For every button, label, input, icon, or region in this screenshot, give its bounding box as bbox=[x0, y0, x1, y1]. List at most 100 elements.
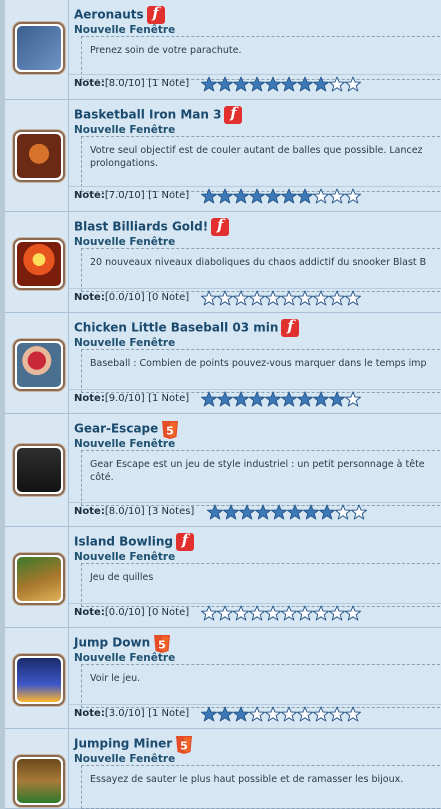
rating-star-icon[interactable] bbox=[329, 605, 345, 621]
rating-star-icon[interactable] bbox=[217, 605, 233, 621]
rating-star-icon[interactable] bbox=[329, 391, 345, 407]
new-window-link[interactable]: Nouvelle Fenêtre bbox=[74, 124, 175, 136]
game-title-link[interactable]: Jumping Miner bbox=[74, 737, 172, 751]
rating-star-icon[interactable] bbox=[345, 188, 361, 204]
rating-star-icon[interactable] bbox=[249, 391, 265, 407]
rating-star-icon[interactable] bbox=[233, 76, 249, 92]
rating-star-icon[interactable] bbox=[223, 504, 239, 520]
rating-star-icon[interactable] bbox=[233, 605, 249, 621]
rating-star-icon[interactable] bbox=[271, 504, 287, 520]
new-window-link[interactable]: Nouvelle Fenêtre bbox=[74, 551, 175, 563]
rating-star-icon[interactable] bbox=[265, 188, 281, 204]
rating-star-icon[interactable] bbox=[217, 76, 233, 92]
rating-star-icon[interactable] bbox=[201, 706, 217, 722]
rating-star-icon[interactable] bbox=[217, 188, 233, 204]
rating-star-icon[interactable] bbox=[297, 391, 313, 407]
game-thumbnail[interactable] bbox=[13, 553, 65, 605]
rating-star-icon[interactable] bbox=[265, 605, 281, 621]
rating-star-icon[interactable] bbox=[313, 76, 329, 92]
rating-star-icon[interactable] bbox=[281, 76, 297, 92]
new-window-link[interactable]: Nouvelle Fenêtre bbox=[74, 24, 175, 36]
game-thumbnail[interactable] bbox=[13, 755, 65, 807]
game-thumbnail[interactable] bbox=[13, 654, 65, 706]
rating-star-icon[interactable] bbox=[233, 290, 249, 306]
game-title-link[interactable]: Gear-Escape bbox=[74, 422, 158, 436]
rating-star-icon[interactable] bbox=[201, 188, 217, 204]
rating-star-icon[interactable] bbox=[265, 76, 281, 92]
rating-star-icon[interactable] bbox=[313, 706, 329, 722]
rating-stars[interactable] bbox=[201, 76, 361, 92]
rating-star-icon[interactable] bbox=[207, 504, 223, 520]
rating-star-icon[interactable] bbox=[201, 391, 217, 407]
rating-star-icon[interactable] bbox=[345, 391, 361, 407]
rating-star-icon[interactable] bbox=[281, 188, 297, 204]
rating-star-icon[interactable] bbox=[303, 504, 319, 520]
rating-star-icon[interactable] bbox=[249, 290, 265, 306]
game-thumbnail[interactable] bbox=[13, 444, 65, 496]
new-window-link[interactable]: Nouvelle Fenêtre bbox=[74, 337, 175, 349]
rating-star-icon[interactable] bbox=[239, 504, 255, 520]
rating-star-icon[interactable] bbox=[217, 391, 233, 407]
rating-star-icon[interactable] bbox=[345, 290, 361, 306]
rating-star-icon[interactable] bbox=[329, 76, 345, 92]
rating-stars[interactable] bbox=[201, 391, 361, 407]
new-window-link[interactable]: Nouvelle Fenêtre bbox=[74, 753, 175, 765]
rating-star-icon[interactable] bbox=[319, 504, 335, 520]
new-window-link[interactable]: Nouvelle Fenêtre bbox=[74, 652, 175, 664]
rating-star-icon[interactable] bbox=[217, 706, 233, 722]
rating-star-icon[interactable] bbox=[201, 605, 217, 621]
rating-star-icon[interactable] bbox=[233, 391, 249, 407]
rating-star-icon[interactable] bbox=[313, 188, 329, 204]
rating-stars[interactable] bbox=[201, 605, 361, 621]
game-title-link[interactable]: Chicken Little Baseball 03 min bbox=[74, 321, 278, 335]
rating-star-icon[interactable] bbox=[345, 706, 361, 722]
game-title-link[interactable]: Island Bowling bbox=[74, 535, 173, 549]
rating-star-icon[interactable] bbox=[255, 504, 271, 520]
rating-star-icon[interactable] bbox=[249, 706, 265, 722]
rating-star-icon[interactable] bbox=[297, 76, 313, 92]
rating-star-icon[interactable] bbox=[313, 290, 329, 306]
rating-star-icon[interactable] bbox=[287, 504, 303, 520]
rating-star-icon[interactable] bbox=[233, 188, 249, 204]
game-thumbnail[interactable] bbox=[13, 238, 65, 290]
new-window-link[interactable]: Nouvelle Fenêtre bbox=[74, 438, 175, 450]
rating-star-icon[interactable] bbox=[329, 188, 345, 204]
rating-star-icon[interactable] bbox=[345, 605, 361, 621]
rating-star-icon[interactable] bbox=[249, 76, 265, 92]
rating-star-icon[interactable] bbox=[249, 605, 265, 621]
rating-stars[interactable] bbox=[201, 188, 361, 204]
rating-star-icon[interactable] bbox=[345, 76, 361, 92]
game-title-link[interactable]: Blast Billiards Gold! bbox=[74, 220, 208, 234]
game-thumbnail[interactable] bbox=[13, 130, 65, 182]
game-title-link[interactable]: Jump Down bbox=[74, 636, 150, 650]
rating-stars[interactable] bbox=[207, 504, 367, 520]
rating-star-icon[interactable] bbox=[265, 290, 281, 306]
rating-star-icon[interactable] bbox=[281, 391, 297, 407]
rating-stars[interactable] bbox=[201, 706, 361, 722]
rating-star-icon[interactable] bbox=[233, 706, 249, 722]
game-thumbnail[interactable] bbox=[13, 22, 65, 74]
rating-star-icon[interactable] bbox=[335, 504, 351, 520]
rating-star-icon[interactable] bbox=[265, 391, 281, 407]
rating-star-icon[interactable] bbox=[329, 290, 345, 306]
game-title-link[interactable]: Aeronauts bbox=[74, 8, 144, 22]
rating-star-icon[interactable] bbox=[249, 188, 265, 204]
rating-star-icon[interactable] bbox=[217, 290, 233, 306]
rating-star-icon[interactable] bbox=[265, 706, 281, 722]
rating-star-icon[interactable] bbox=[313, 391, 329, 407]
rating-star-icon[interactable] bbox=[297, 290, 313, 306]
game-thumbnail[interactable] bbox=[13, 339, 65, 391]
game-title-link[interactable]: Basketball Iron Man 3 bbox=[74, 108, 221, 122]
rating-star-icon[interactable] bbox=[297, 605, 313, 621]
rating-stars[interactable] bbox=[201, 290, 361, 306]
rating-star-icon[interactable] bbox=[297, 188, 313, 204]
rating-star-icon[interactable] bbox=[351, 504, 367, 520]
rating-star-icon[interactable] bbox=[329, 706, 345, 722]
rating-star-icon[interactable] bbox=[313, 605, 329, 621]
rating-star-icon[interactable] bbox=[281, 290, 297, 306]
rating-star-icon[interactable] bbox=[281, 605, 297, 621]
rating-star-icon[interactable] bbox=[281, 706, 297, 722]
rating-star-icon[interactable] bbox=[201, 76, 217, 92]
new-window-link[interactable]: Nouvelle Fenêtre bbox=[74, 236, 175, 248]
rating-star-icon[interactable] bbox=[201, 290, 217, 306]
